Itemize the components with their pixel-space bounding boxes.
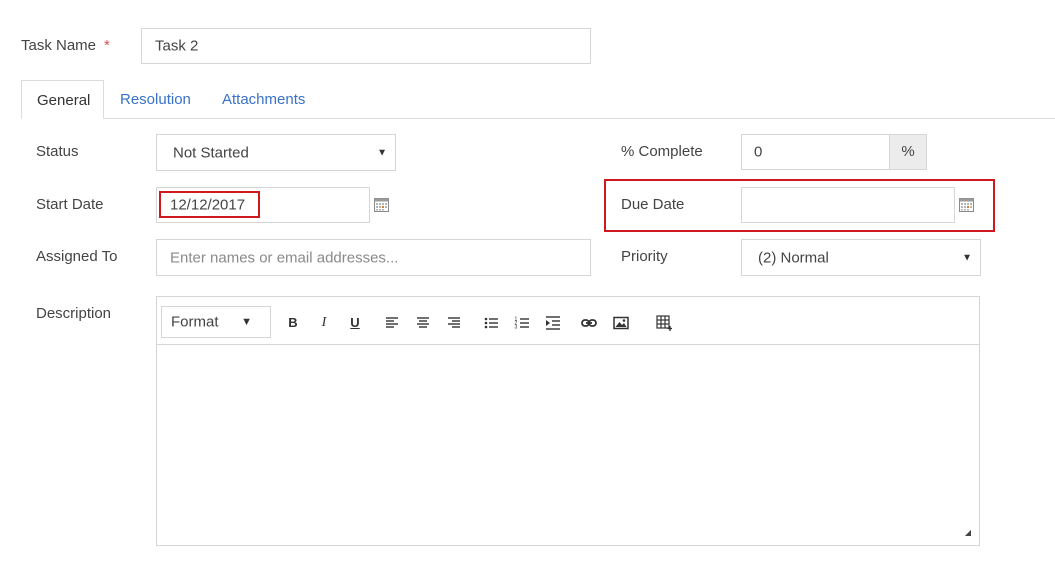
task-name-value: Task 2 <box>155 37 199 55</box>
description-textarea[interactable] <box>157 345 979 545</box>
tab-resolution[interactable]: Resolution <box>104 80 207 119</box>
format-label: Format <box>171 313 219 331</box>
bold-button[interactable]: B <box>283 311 303 335</box>
percent-complete-input[interactable]: 0 % <box>741 134 927 170</box>
underline-button[interactable]: U <box>345 311 365 335</box>
tab-general[interactable]: General <box>21 80 104 119</box>
chevron-down-icon: ▼ <box>962 252 972 263</box>
numbered-list-icon[interactable]: 123 <box>514 315 530 331</box>
bullet-list-icon[interactable] <box>483 315 499 331</box>
calendar-icon[interactable] <box>959 198 974 212</box>
indent-icon[interactable] <box>545 315 561 331</box>
assigned-to-placeholder: Enter names or email addresses... <box>170 249 399 266</box>
resize-handle-icon[interactable]: ◢ <box>965 528 971 537</box>
description-editor: ◢ <box>156 296 980 546</box>
start-date-label: Start Date <box>36 196 104 213</box>
percent-addon: % <box>889 135 926 169</box>
align-left-icon[interactable] <box>384 315 400 331</box>
due-date-input[interactable] <box>741 187 955 223</box>
status-label: Status <box>36 143 79 160</box>
required-mark: * <box>104 37 110 54</box>
description-label: Description <box>36 305 112 322</box>
start-date-highlight <box>159 191 260 218</box>
calendar-icon[interactable] <box>374 198 389 212</box>
tab-attachments[interactable]: Attachments <box>205 80 322 119</box>
task-name-input[interactable]: Task 2 <box>141 28 591 64</box>
italic-button[interactable]: I <box>314 311 334 335</box>
format-dropdown[interactable]: Format ▼ <box>161 306 271 338</box>
due-date-label: Due Date <box>621 196 685 213</box>
task-name-label: Task Name * <box>21 37 110 54</box>
percent-complete-label: % Complete <box>621 143 703 160</box>
svg-text:3: 3 <box>515 325 518 331</box>
image-icon[interactable] <box>613 315 629 331</box>
percent-complete-value: 0 <box>754 143 763 161</box>
align-center-icon[interactable] <box>415 315 431 331</box>
assigned-to-label: Assigned To <box>36 248 118 265</box>
status-value: Not Started <box>173 144 249 161</box>
align-right-icon[interactable] <box>446 315 462 331</box>
priority-value: (2) Normal <box>758 249 829 266</box>
status-select[interactable]: Not Started ▼ <box>156 134 396 171</box>
table-icon[interactable] <box>656 315 672 331</box>
chevron-down-icon: ▼ <box>241 316 252 328</box>
priority-label: Priority <box>621 248 668 265</box>
assigned-to-input[interactable]: Enter names or email addresses... <box>156 239 591 276</box>
editor-toolbar <box>157 297 979 345</box>
chevron-down-icon: ▼ <box>377 147 387 158</box>
link-icon[interactable] <box>581 315 597 331</box>
priority-select[interactable]: (2) Normal ▼ <box>741 239 981 276</box>
